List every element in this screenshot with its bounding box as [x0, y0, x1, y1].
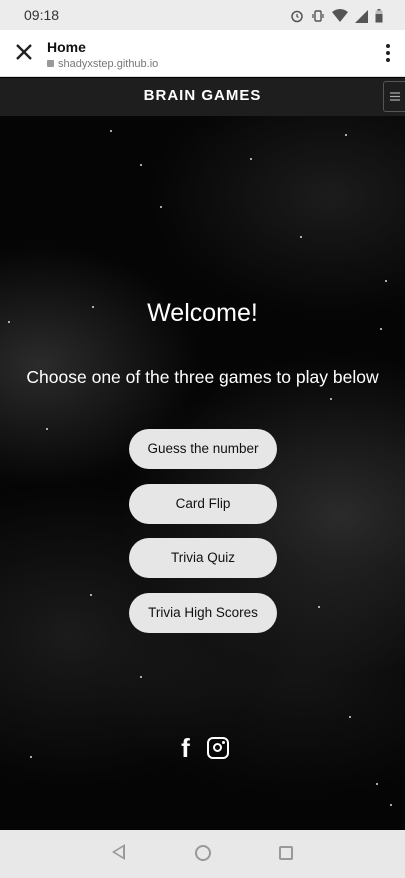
url-text: shadyxstep.github.io: [58, 58, 159, 70]
guess-number-button[interactable]: Guess the number: [129, 429, 277, 469]
facebook-icon[interactable]: f: [177, 735, 195, 761]
trivia-high-scores-button[interactable]: Trivia High Scores: [129, 593, 277, 633]
card-flip-button[interactable]: Card Flip: [129, 484, 277, 524]
recents-icon[interactable]: [279, 846, 293, 860]
more-vert-icon[interactable]: [385, 44, 391, 62]
vibrate-icon: [311, 8, 325, 27]
status-icons: [290, 8, 383, 27]
site-navbar: BRAIN GAMES: [0, 78, 405, 116]
home-icon[interactable]: [195, 845, 211, 861]
close-icon[interactable]: [12, 40, 36, 64]
hero-section: Welcome! Choose one of the three games t…: [0, 116, 405, 830]
page-url: shadyxstep.github.io: [47, 58, 158, 70]
menu-icon[interactable]: [383, 81, 405, 112]
browser-header: Home shadyxstep.github.io: [0, 30, 405, 77]
choose-game-text: Choose one of the three games to play be…: [26, 367, 379, 387]
instagram-icon[interactable]: [206, 737, 229, 759]
status-bar: 09:18: [0, 0, 405, 30]
welcome-heading: Welcome!: [147, 299, 258, 327]
alarm-icon: [290, 8, 304, 27]
social-links: f: [0, 735, 405, 761]
wifi-icon: [332, 8, 348, 27]
brand-title[interactable]: BRAIN GAMES: [0, 87, 405, 104]
back-icon[interactable]: [112, 844, 125, 860]
battery-icon: [375, 8, 383, 27]
trivia-quiz-button[interactable]: Trivia Quiz: [129, 538, 277, 578]
page-title: Home: [47, 39, 86, 55]
signal-icon: [355, 8, 368, 27]
status-time: 09:18: [24, 7, 60, 23]
android-nav-bar: [0, 830, 405, 878]
lock-icon: [47, 60, 54, 67]
